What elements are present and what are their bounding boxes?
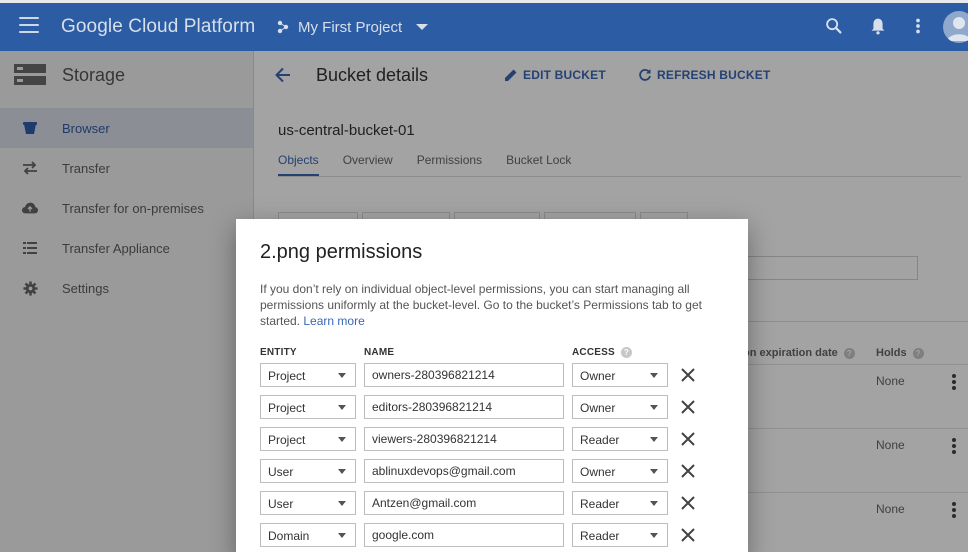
dropdown-arrow-icon xyxy=(650,469,658,474)
permission-row: Domain google.com Reader xyxy=(260,523,730,547)
dropdown-arrow-icon xyxy=(650,501,658,506)
more-vert-icon[interactable] xyxy=(907,15,929,37)
permission-row: User Antzen@gmail.com Reader xyxy=(260,491,730,515)
entity-select[interactable]: User xyxy=(260,491,356,515)
project-name: My First Project xyxy=(298,18,403,36)
name-input[interactable]: owners-280396821214 xyxy=(364,363,564,387)
permission-row: User ablinuxdevops@gmail.com Owner xyxy=(260,459,730,483)
permission-row: Project editors-280396821214 Owner xyxy=(260,395,730,419)
entity-value: Project xyxy=(268,401,306,415)
remove-icon[interactable] xyxy=(680,463,696,479)
access-value: Owner xyxy=(580,465,616,479)
entity-value: Domain xyxy=(268,529,310,543)
entity-select[interactable]: Project xyxy=(260,427,356,451)
remove-icon[interactable] xyxy=(680,495,696,511)
top-bar: Google Cloud Platform My First Project xyxy=(0,0,968,51)
name-input[interactable]: viewers-280396821214 xyxy=(364,427,564,451)
menu-icon[interactable] xyxy=(19,17,39,33)
name-input[interactable]: ablinuxdevops@gmail.com xyxy=(364,459,564,483)
dropdown-arrow-icon xyxy=(338,405,346,410)
remove-icon[interactable] xyxy=(680,527,696,543)
dialog-title: 2.png permissions xyxy=(260,241,423,263)
permission-row: Project viewers-280396821214 Reader xyxy=(260,427,730,451)
name-input[interactable]: google.com xyxy=(364,523,564,547)
entity-value: User xyxy=(268,465,294,479)
name-input[interactable]: Antzen@gmail.com xyxy=(364,491,564,515)
entity-value: Project xyxy=(268,369,306,383)
access-header: ACCESS ? xyxy=(572,347,632,358)
access-value: Owner xyxy=(580,369,616,383)
dropdown-arrow-icon xyxy=(650,533,658,538)
permissions-dialog: 2.png permissions If you don’t rely on i… xyxy=(236,219,748,552)
name-header: NAME xyxy=(364,347,395,358)
entity-select[interactable]: User xyxy=(260,459,356,483)
access-value: Reader xyxy=(580,529,620,543)
remove-icon[interactable] xyxy=(680,431,696,447)
access-select[interactable]: Reader xyxy=(572,491,668,515)
access-select[interactable]: Owner xyxy=(572,395,668,419)
bell-icon[interactable] xyxy=(867,15,889,37)
dropdown-arrow-icon xyxy=(338,437,346,442)
dropdown-arrow-icon xyxy=(338,533,346,538)
entity-value: Project xyxy=(268,433,306,447)
dropdown-arrow-icon xyxy=(338,469,346,474)
access-value: Reader xyxy=(580,497,620,511)
dropdown-arrow-icon xyxy=(650,405,658,410)
help-icon[interactable]: ? xyxy=(620,347,632,358)
name-input[interactable]: editors-280396821214 xyxy=(364,395,564,419)
access-header-label: ACCESS xyxy=(572,347,615,358)
dropdown-arrow-icon xyxy=(338,501,346,506)
dropdown-arrow-icon xyxy=(650,373,658,378)
permission-row: Project owners-280396821214 Owner xyxy=(260,363,730,387)
entity-select[interactable]: Project xyxy=(260,363,356,387)
project-selector[interactable]: My First Project xyxy=(276,11,429,43)
access-value: Reader xyxy=(580,433,620,447)
learn-more-link[interactable]: Learn more xyxy=(303,314,364,328)
access-select[interactable]: Owner xyxy=(572,363,668,387)
entity-select[interactable]: Project xyxy=(260,395,356,419)
access-select[interactable]: Owner xyxy=(572,459,668,483)
entity-value: User xyxy=(268,497,294,511)
dropdown-arrow-icon xyxy=(338,373,346,378)
remove-icon[interactable] xyxy=(680,399,696,415)
brand-title[interactable]: Google Cloud Platform xyxy=(61,16,255,38)
avatar[interactable] xyxy=(943,11,968,43)
access-value: Owner xyxy=(580,401,616,415)
entity-select[interactable]: Domain xyxy=(260,523,356,547)
chevron-down-icon xyxy=(416,24,429,30)
entity-header: ENTITY xyxy=(260,347,297,358)
access-select[interactable]: Reader xyxy=(572,427,668,451)
dialog-description: If you don’t rely on individual object-l… xyxy=(260,281,710,329)
remove-icon[interactable] xyxy=(680,367,696,383)
project-icon xyxy=(277,20,289,34)
search-icon[interactable] xyxy=(823,15,845,37)
access-select[interactable]: Reader xyxy=(572,523,668,547)
dropdown-arrow-icon xyxy=(650,437,658,442)
